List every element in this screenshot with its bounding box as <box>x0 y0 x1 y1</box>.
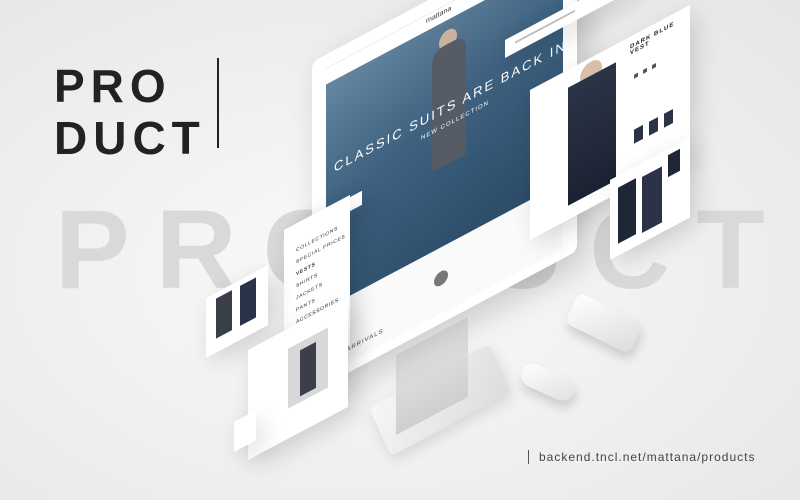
product-card-image[interactable] <box>240 277 256 326</box>
title-divider <box>217 58 219 148</box>
title-line-2: DUCT <box>54 112 206 164</box>
title-line-1: PRO <box>54 60 172 112</box>
share-icons <box>634 63 656 79</box>
mobile-product-photo[interactable] <box>288 327 328 409</box>
thumbnail[interactable] <box>649 116 658 136</box>
thumbnail[interactable] <box>634 124 643 144</box>
mobile-model-figure <box>300 341 316 397</box>
product-thumbnails <box>634 108 673 144</box>
product-image[interactable] <box>568 62 616 206</box>
footer: backend.tncl.net/mattana/products <box>528 450 755 464</box>
thumbnail[interactable] <box>664 108 673 128</box>
share-icon[interactable] <box>643 67 647 74</box>
product-card-image[interactable] <box>216 290 232 339</box>
share-icon[interactable] <box>634 72 638 79</box>
share-icon[interactable] <box>652 63 656 70</box>
gallery-image[interactable] <box>618 178 636 244</box>
footer-url[interactable]: backend.tncl.net/mattana/products <box>539 450 755 464</box>
page-title: PRO DUCT <box>54 60 206 164</box>
footer-divider <box>528 450 529 464</box>
gallery-image[interactable] <box>668 148 680 178</box>
gallery-image[interactable] <box>642 166 662 233</box>
